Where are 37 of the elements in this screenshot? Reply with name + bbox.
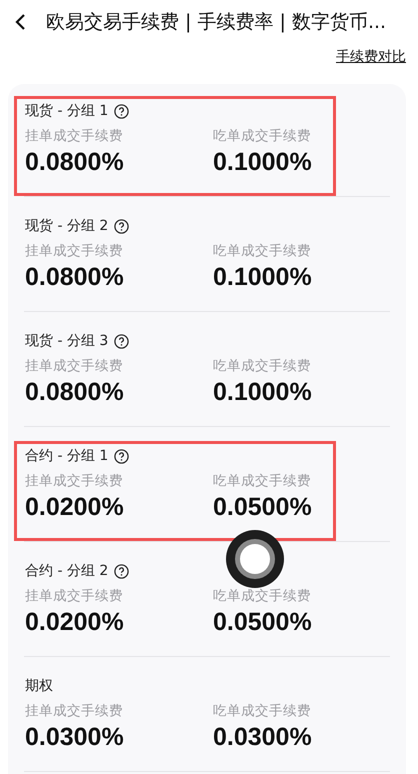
group-title: 现货 - 分组 3 [25, 332, 108, 350]
maker-fee-label: 挂单成交手续费 [25, 127, 123, 145]
maker-fee-label: 挂单成交手续费 [25, 472, 123, 490]
maker-fee-value: 0.0200% [25, 608, 124, 637]
maker-fee-value: 0.0800% [25, 263, 124, 292]
help-icon[interactable] [114, 448, 130, 464]
group-title: 合约 - 分组 1 [25, 447, 108, 465]
help-icon[interactable] [114, 564, 130, 578]
help-icon[interactable] [114, 334, 130, 348]
group-title: 现货 - 分组 1 [25, 102, 108, 120]
group-title: 合约 - 分组 2 [25, 562, 108, 580]
taker-fee-label: 吃单成交手续费 [213, 472, 311, 490]
group-title: 现货 - 分组 2 [25, 217, 108, 235]
group-title: 期权 [25, 677, 53, 695]
help-icon[interactable] [114, 218, 130, 234]
taker-fee-label: 吃单成交手续费 [213, 127, 311, 145]
maker-fee-label: 挂单成交手续费 [25, 242, 123, 260]
taker-fee-value: 0.1000% [213, 148, 312, 177]
maker-fee-label: 挂单成交手续费 [25, 587, 123, 605]
taker-fee-label: 吃单成交手续费 [213, 702, 311, 720]
maker-fee-value: 0.0800% [25, 378, 124, 407]
page-title: 欧易交易手续费 | 手续费率 | 数字货币... [46, 10, 386, 35]
taker-fee-value: 0.0500% [213, 493, 312, 522]
help-icon[interactable] [114, 104, 130, 118]
taker-fee-value: 0.1000% [213, 263, 312, 292]
taker-fee-value: 0.0300% [213, 723, 312, 752]
maker-fee-label: 挂单成交手续费 [25, 357, 123, 375]
taker-fee-label: 吃单成交手续费 [213, 242, 311, 260]
maker-fee-value: 0.0200% [25, 493, 124, 522]
maker-fee-value: 0.0300% [25, 723, 124, 752]
maker-fee-label: 挂单成交手续费 [25, 702, 123, 720]
taker-fee-value: 0.1000% [213, 378, 312, 407]
maker-fee-value: 0.0800% [25, 148, 124, 177]
fee-compare-link[interactable]: 手续费对比 [336, 48, 406, 66]
taker-fee-value: 0.0500% [213, 608, 312, 637]
taker-fee-label: 吃单成交手续费 [213, 357, 311, 375]
taker-fee-label: 吃单成交手续费 [213, 587, 311, 605]
